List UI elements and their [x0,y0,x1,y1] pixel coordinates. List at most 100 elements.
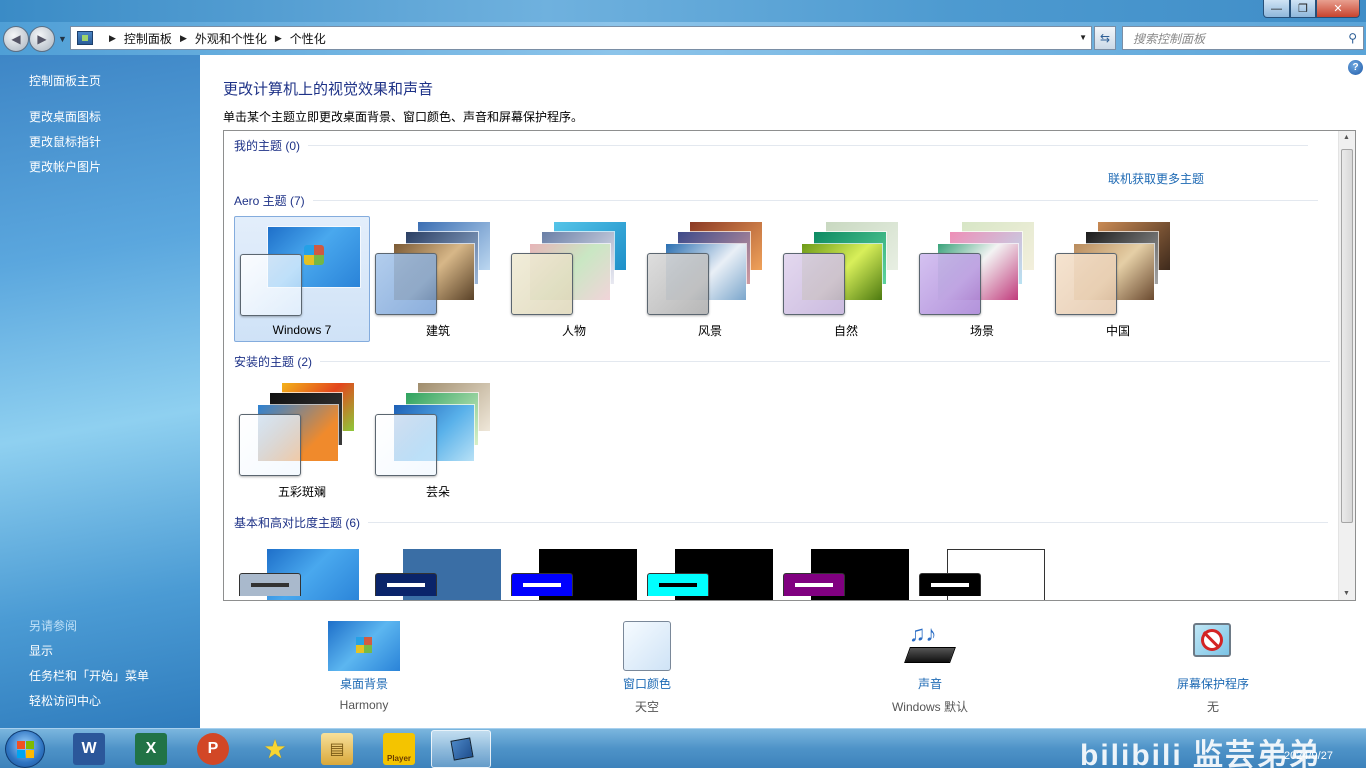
theme-scenes[interactable]: 场景 [914,216,1050,342]
sidebar-link-account-picture[interactable]: 更改帐户图片 [29,158,101,175]
sidebar-link-mouse-pointers[interactable]: 更改鼠标指针 [29,133,101,150]
breadcrumb-personalization[interactable]: 个性化 [290,30,326,47]
powerpoint-icon[interactable]: P [197,733,229,765]
close-button[interactable]: ✕ [1316,0,1360,18]
basic-color-bar [647,573,709,596]
scroll-down-icon[interactable]: ▼ [1343,590,1350,597]
window-color-setting[interactable]: 窗口颜色 天空 [567,621,727,715]
theme-high-contrast-1[interactable] [506,539,642,600]
get-more-themes-link[interactable]: 联机获取更多主题 [1108,170,1204,187]
sidebar-link-taskbar[interactable]: 任务栏和「开始」菜单 [29,667,149,684]
sidebar-link-display[interactable]: 显示 [29,642,53,659]
sidebar-link-control-panel-home[interactable]: 控制面板主页 [29,72,101,89]
window-color-swatch [1055,253,1117,315]
refresh-icon: ⇆ [1099,31,1111,45]
setting-label[interactable]: 屏幕保护程序 [1133,675,1293,692]
breadcrumb-appearance[interactable]: 外观和个性化 ▶ [195,30,290,47]
word-icon[interactable]: W [73,733,105,765]
theme-high-contrast-white[interactable] [914,539,1050,600]
theme-label: 芸朵 [425,485,450,499]
maximize-button[interactable]: ❐ [1290,0,1316,18]
screensaver-setting[interactable]: 屏幕保护程序 无 [1133,621,1293,715]
theme-list[interactable]: 我的主题 (0) 联机获取更多主题 Aero 主题 (7) Windows 7 … [223,130,1356,601]
window-controls: — ❐ ✕ [1263,0,1360,18]
help-icon[interactable]: ? [1348,60,1363,75]
back-button[interactable]: ◀ [3,26,29,52]
video-watermark: bilibili 监芸弟弟 [1080,739,1321,768]
setting-value: 天空 [634,700,659,714]
window-color-swatch [375,414,437,476]
setting-label[interactable]: 声音 [850,675,1010,692]
basic-color-bar [511,573,573,596]
start-button[interactable] [5,730,45,768]
window-color-swatch [919,253,981,315]
section-installed-themes: 安装的主题 (2) [234,353,1331,370]
windows-logo-icon [304,245,324,265]
refresh-button[interactable]: ⇆ [1094,26,1116,50]
setting-value: 无 [1206,700,1219,714]
theme-china[interactable]: 中国 [1050,216,1186,342]
scrollbar-thumb[interactable] [1341,149,1353,523]
desktop-background-setting[interactable]: 桌面背景 Harmony [284,621,444,712]
theme-label: 风景 [697,324,722,338]
section-aero-themes: Aero 主题 (7) [234,192,1318,209]
theme-basic-classic[interactable] [370,539,506,600]
player-icon[interactable]: Player [383,733,415,765]
window-color-icon [623,621,671,671]
breadcrumb-separator-icon[interactable]: ▶ [180,33,187,44]
theme-yunduo[interactable]: 芸朵 [370,377,506,503]
theme-basic-windows7[interactable] [234,539,370,600]
sidebar-link-desktop-icons[interactable]: 更改桌面图标 [29,108,101,125]
theme-label: 建筑 [425,324,450,338]
theme-nature[interactable]: 自然 [778,216,914,342]
theme-high-contrast-black[interactable] [778,539,914,600]
clock-date[interactable]: 2024/9/27 [1284,750,1333,762]
window-color-swatch [375,253,437,315]
search-placeholder: 搜索控制面板 [1133,31,1206,46]
theme-colorful[interactable]: 五彩斑斓 [234,377,370,503]
taskbar: W X P ★ ▤ Player bilibili 监芸弟弟 2024/9/27 [0,728,1366,768]
control-panel-taskbar-button[interactable] [431,730,491,768]
basic-color-bar [239,573,301,596]
chevron-down-icon[interactable]: ▼ [1079,33,1087,42]
theme-high-contrast-2[interactable] [642,539,778,600]
page-subtitle: 单击某个主题立即更改桌面背景、窗口颜色、声音和屏幕保护程序。 [223,110,584,124]
star-app-icon[interactable]: ★ [259,733,291,765]
basic-color-bar [783,573,845,596]
setting-value: Windows 默认 [891,700,968,714]
window-color-swatch [783,253,845,315]
search-icon[interactable]: ⚲ [1348,31,1357,45]
window-color-swatch [240,254,302,316]
breadcrumb-separator-icon[interactable]: ▶ [275,33,282,44]
screensaver-icon [1189,621,1237,671]
setting-label[interactable]: 窗口颜色 [567,675,727,692]
theme-architecture[interactable]: 建筑 [370,216,506,342]
sound-setting[interactable]: ♫♪ 声音 Windows 默认 [850,621,1010,715]
search-input[interactable]: 搜索控制面板 ⚲ [1122,26,1364,50]
minimize-button[interactable]: — [1263,0,1290,18]
theme-label: 场景 [969,324,994,338]
theme-landscapes[interactable]: 风景 [642,216,778,342]
page-title: 更改计算机上的视觉效果和声音 [223,81,434,98]
window-color-swatch [647,253,709,315]
vertical-scrollbar[interactable]: ▲ ▼ [1338,131,1355,600]
recent-pages-dropdown[interactable]: ▼ [58,34,67,44]
excel-icon[interactable]: X [135,733,167,765]
forward-button[interactable]: ▶ [29,26,55,52]
address-bar[interactable]: ▶ 控制面板 ▶ 外观和个性化 ▶ 个性化 ▼ [70,26,1092,50]
navigation-bar: ◀ ▶ ▼ ▶ 控制面板 ▶ 外观和个性化 ▶ 个性化 ▼ ⇆ 搜索控制面板 ⚲ [0,22,1366,55]
theme-characters[interactable]: 人物 [506,216,642,342]
basic-color-bar [919,573,981,596]
theme-label: 人物 [561,324,586,338]
window-color-swatch [239,414,301,476]
title-bar: — ❐ ✕ [0,0,1366,22]
theme-label: 五彩斑斓 [277,485,326,499]
sound-icon: ♫♪ [904,621,956,671]
setting-label[interactable]: 桌面背景 [284,675,444,692]
theme-windows7[interactable]: Windows 7 [234,216,370,342]
breadcrumb-separator-icon[interactable]: ▶ [109,33,116,44]
sidebar-link-ease-of-access[interactable]: 轻松访问中心 [29,692,101,709]
scroll-up-icon[interactable]: ▲ [1343,134,1350,141]
breadcrumb-control-panel[interactable]: 控制面板 ▶ [124,30,195,47]
file-explorer-icon[interactable]: ▤ [321,733,353,765]
